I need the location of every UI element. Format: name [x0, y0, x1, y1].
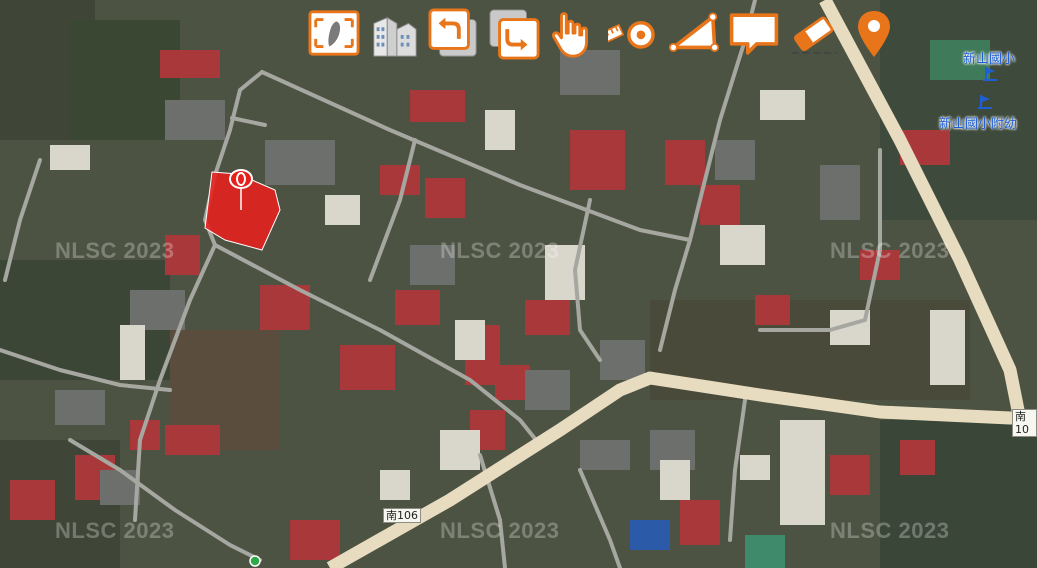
map-canvas[interactable]: NLSC 2023 NLSC 2023 NLSC 2023 NLSC 2023 … [0, 0, 1037, 568]
road-label: 南106 [383, 508, 421, 523]
map-point-icon[interactable] [248, 554, 262, 568]
full-extent-button[interactable] [308, 8, 360, 60]
school-label[interactable]: 新山國小 [963, 48, 1015, 67]
previous-view-button[interactable] [428, 8, 480, 60]
annotation-button[interactable] [728, 8, 780, 60]
measure-area-button[interactable] [668, 8, 720, 60]
hand-pointer-icon [551, 12, 588, 58]
ruler-icon [608, 21, 655, 49]
redo-icon [489, 9, 540, 60]
pan-button[interactable] [548, 8, 600, 60]
buildings-button[interactable] [368, 8, 420, 60]
taiwan-map-icon [308, 10, 360, 56]
parcel-marker-icon[interactable] [228, 168, 254, 212]
undo-icon [428, 8, 477, 57]
clear-button[interactable] [788, 8, 840, 60]
road-label-edge: 南10 [1012, 409, 1037, 437]
satellite-imagery [0, 0, 1037, 568]
comment-icon [729, 13, 779, 55]
location-pin-icon [858, 11, 890, 57]
measure-distance-button[interactable] [608, 8, 660, 60]
kindergarten-label[interactable]: 新山國小附幼 [939, 113, 1017, 132]
next-view-button[interactable] [488, 8, 540, 60]
eraser-icon [791, 16, 837, 54]
buildings-icon [373, 16, 417, 57]
school-flag-icon[interactable] [983, 66, 997, 82]
area-measure-icon [668, 12, 720, 52]
locate-button[interactable] [848, 8, 900, 60]
kindergarten-flag-icon[interactable] [978, 94, 992, 110]
